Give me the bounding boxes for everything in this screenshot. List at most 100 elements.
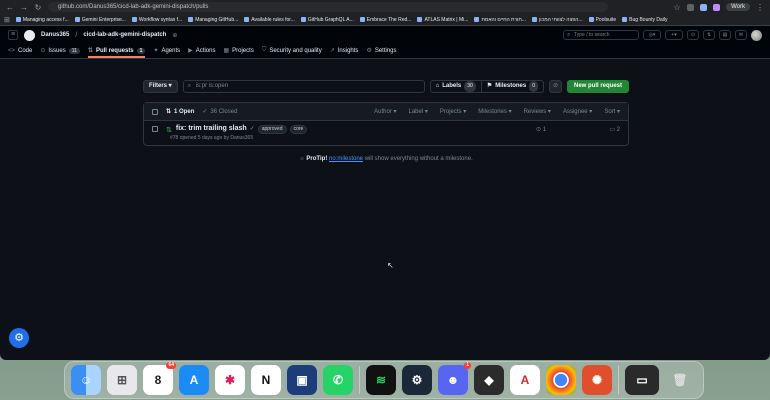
reviews-dropdown[interactable]: Reviews ▾ bbox=[524, 108, 551, 115]
bookmark-favicon-icon bbox=[474, 17, 480, 22]
sort-controls: Author ▾ Label ▾ Projects ▾ Milestones ▾… bbox=[374, 108, 620, 115]
forward-arrow-icon[interactable]: → bbox=[20, 3, 28, 12]
back-arrow-icon[interactable]: ← bbox=[6, 3, 14, 12]
notion-icon[interactable]: N bbox=[251, 365, 281, 395]
avatar[interactable] bbox=[751, 29, 762, 41]
repositories-icon[interactable]: ▤ bbox=[719, 30, 731, 40]
comment-count[interactable]: ▭ 2 bbox=[609, 126, 620, 133]
milestones-dropdown[interactable]: Milestones ▾ bbox=[478, 108, 511, 115]
extension-icon[interactable] bbox=[700, 3, 708, 11]
checks-passed-icon[interactable]: ✓ bbox=[250, 125, 255, 132]
labels-button[interactable]: ⌂ Labels 30 bbox=[431, 81, 481, 92]
create-new-icon[interactable]: +▾ bbox=[665, 30, 683, 40]
protip-link[interactable]: no:milestone bbox=[329, 156, 363, 162]
label-dropdown[interactable]: Label ▾ bbox=[409, 108, 428, 115]
dock-separator bbox=[359, 366, 360, 394]
profile-button[interactable]: Work bbox=[726, 3, 750, 11]
author-dropdown[interactable]: Author ▾ bbox=[374, 108, 396, 115]
extension-icon[interactable] bbox=[687, 3, 695, 11]
bookmark[interactable]: GitHub GraphQL A... bbox=[300, 17, 354, 23]
discord-icon[interactable]: ☻ 1 bbox=[438, 362, 471, 395]
whatsapp-icon[interactable]: ✆ bbox=[323, 365, 353, 395]
address-bar[interactable]: github.com/Danus365/cicd-lab-adk-gemini-… bbox=[48, 2, 608, 12]
issues-icon[interactable]: ⊙ bbox=[687, 30, 699, 40]
filter-search-input[interactable]: is:pr is:open bbox=[182, 80, 425, 93]
bookmarks-bar: ⊞ Managing access f... Gemini Enterprise… bbox=[0, 14, 770, 26]
tab-projects[interactable]: ▦ Projects bbox=[223, 47, 253, 58]
chrome-icon[interactable] bbox=[546, 365, 576, 395]
bookmark-favicon-icon bbox=[622, 17, 628, 22]
minimized-window-icon[interactable]: ▭ bbox=[625, 365, 659, 395]
inbox-icon[interactable]: ✉ bbox=[735, 30, 747, 40]
search-input[interactable]: Type / to search bbox=[563, 30, 639, 40]
trash-icon[interactable]: 🗑 bbox=[665, 365, 695, 395]
github-logo-icon[interactable] bbox=[24, 29, 35, 41]
filters-button[interactable]: Filters ▾ bbox=[143, 80, 178, 93]
label-badge[interactable]: core bbox=[289, 125, 308, 134]
closed-filter-link[interactable]: ✓ 36 Closed bbox=[202, 108, 237, 116]
bookmark[interactable]: הפצה לצוותי המכון... bbox=[531, 17, 583, 23]
list-item[interactable]: ⇅ fix: trim trailing slash ✓ approved co… bbox=[144, 121, 628, 145]
assignee-dropdown[interactable]: Assignee ▾ bbox=[563, 108, 592, 115]
bookmark[interactable]: תורת החיים והאמת... bbox=[474, 17, 526, 23]
unity-icon[interactable]: ◆ bbox=[474, 365, 504, 395]
review-count[interactable]: ⊙ 1 bbox=[536, 126, 546, 133]
breadcrumb-owner[interactable]: Danus365 bbox=[41, 32, 69, 38]
pull-requests-icon[interactable]: ⇅ bbox=[703, 30, 715, 40]
apps-grid-icon[interactable]: ⊞ bbox=[4, 16, 10, 24]
lightbulb-icon: ☼ bbox=[299, 156, 305, 162]
finder-icon[interactable]: ☺ bbox=[71, 365, 101, 395]
watch-repo-icon[interactable]: ⊕ bbox=[172, 32, 177, 39]
protip: ☼ ProTip! no:milestone will show everyth… bbox=[299, 156, 473, 162]
calendar-icon[interactable]: 8 64 bbox=[143, 362, 176, 395]
bookmark[interactable]: Managing GitHub... bbox=[188, 17, 238, 23]
pull-request-icon: ⇅ bbox=[87, 48, 93, 54]
mouse-cursor-icon: ↖ bbox=[387, 261, 394, 270]
kebab-menu-icon[interactable]: ⋮ bbox=[756, 3, 764, 12]
spotify-icon[interactable]: ≋ bbox=[366, 365, 396, 395]
star-icon[interactable]: ☆ bbox=[673, 3, 681, 12]
clear-filters-icon[interactable]: ⊘ bbox=[548, 80, 562, 93]
bookmark-favicon-icon bbox=[417, 17, 423, 22]
acrobat-icon[interactable]: A bbox=[510, 365, 540, 395]
bookmark[interactable]: Workflow syntax f... bbox=[131, 17, 182, 23]
perplexity-icon[interactable]: ✺ bbox=[582, 365, 612, 395]
browser-toolbar: ← → ↻ github.com/Danus365/cicd-lab-adk-g… bbox=[0, 0, 770, 14]
breadcrumb-repo[interactable]: cicd-lab-adk-gemini-dispatch bbox=[83, 32, 166, 38]
row-checkbox[interactable] bbox=[152, 126, 158, 132]
bookmark[interactable]: ATLAS Matrix | Mi... bbox=[417, 17, 468, 23]
tab-insights[interactable]: ↗ Insights bbox=[330, 47, 359, 58]
bookmark[interactable]: Available rules for... bbox=[244, 17, 295, 23]
tab-issues[interactable]: ⊙ Issues 11 bbox=[40, 47, 80, 58]
app-store-icon[interactable]: A bbox=[179, 365, 209, 395]
select-all-checkbox[interactable] bbox=[152, 108, 158, 115]
notification-badge: 64 bbox=[166, 362, 176, 369]
tab-pull-requests[interactable]: ⇅ Pull requests 1 bbox=[87, 47, 146, 58]
bookmark[interactable]: Poolsuite bbox=[588, 17, 616, 23]
launchpad-icon[interactable]: ⊞ bbox=[107, 365, 137, 395]
preview-icon[interactable]: ▣ bbox=[287, 365, 317, 395]
projects-dropdown[interactable]: Projects ▾ bbox=[440, 108, 466, 115]
reload-icon[interactable]: ↻ bbox=[34, 3, 42, 12]
bookmark[interactable]: Bug Bounty Daily bbox=[622, 17, 668, 23]
tab-code[interactable]: <> Code bbox=[8, 48, 32, 58]
copilot-icon[interactable]: ◎▾ bbox=[643, 30, 661, 40]
settings-gear-icon[interactable]: ⚙ bbox=[9, 328, 29, 348]
hamburger-menu-icon[interactable]: ≡ bbox=[8, 30, 18, 40]
new-pull-request-button[interactable]: New pull request bbox=[566, 80, 629, 93]
label-badge[interactable]: approved bbox=[257, 125, 287, 134]
milestones-button[interactable]: ⚑ Milestones 0 bbox=[480, 81, 543, 92]
tab-actions[interactable]: ▶ Actions bbox=[188, 47, 215, 58]
tab-settings[interactable]: ⚙ Settings bbox=[366, 47, 396, 58]
extension-icon[interactable] bbox=[713, 3, 721, 11]
bookmark[interactable]: Embrace The Red... bbox=[359, 17, 411, 23]
tab-agents[interactable]: ✦ Agents bbox=[153, 47, 180, 58]
tab-security[interactable]: ⛉ Security and quality bbox=[262, 47, 322, 58]
slack-icon[interactable]: ✱ bbox=[215, 365, 245, 395]
bookmark[interactable]: Managing access f... bbox=[15, 17, 69, 23]
sort-dropdown[interactable]: Sort ▾ bbox=[604, 108, 620, 115]
open-filter-link[interactable]: ⇅ 1 Open bbox=[166, 108, 194, 116]
bookmark[interactable]: Gemini Enterprise... bbox=[74, 17, 126, 23]
steam-icon[interactable]: ⚙ bbox=[402, 365, 432, 395]
pr-title-link[interactable]: fix: trim trailing slash bbox=[176, 125, 247, 132]
